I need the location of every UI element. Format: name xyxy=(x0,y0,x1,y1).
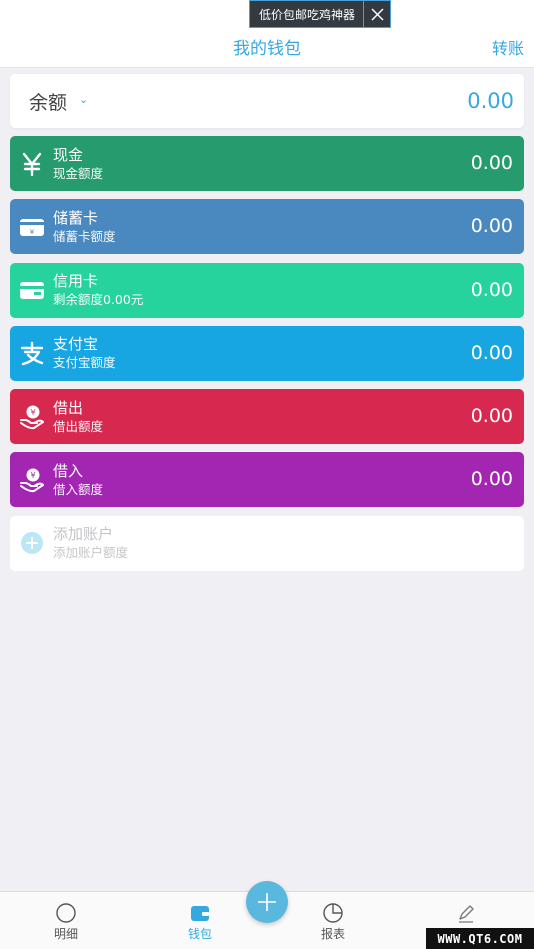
nav-label: 钱包 xyxy=(187,927,212,941)
circle-icon xyxy=(56,903,76,923)
account-borrow[interactable]: ¥ 借入 借入额度 0.00 xyxy=(10,452,524,508)
account-cash[interactable]: 现金 现金额度 0.00 xyxy=(10,136,524,191)
borrow-icon: ¥ xyxy=(10,452,53,507)
add-record-button[interactable] xyxy=(246,881,288,923)
svg-text:¥: ¥ xyxy=(29,228,34,236)
account-amount: 0.00 xyxy=(470,215,513,238)
account-name: 现金 xyxy=(53,145,84,164)
account-sub: 现金额度 xyxy=(53,165,104,181)
add-account-sub: 添加账户额度 xyxy=(53,545,129,561)
account-name: 信用卡 xyxy=(53,272,99,291)
wallet-icon xyxy=(191,906,209,921)
account-sub: 剩余额度0.00元 xyxy=(53,292,144,308)
account-alipay[interactable]: 支付宝 支付宝额度 0.00 xyxy=(10,325,524,381)
add-circle-icon xyxy=(10,516,53,571)
transfer-button[interactable]: 转账 xyxy=(492,35,524,59)
account-debit-card[interactable]: ¥ 储蓄卡 储蓄卡额度 0.00 xyxy=(10,199,524,255)
add-account-label: 添加账户 xyxy=(53,525,114,544)
account-amount: 0.00 xyxy=(470,405,513,428)
nav-item-notes[interactable] xyxy=(436,902,496,925)
account-sub: 支付宝额度 xyxy=(53,355,116,371)
svg-text:¥: ¥ xyxy=(30,471,35,480)
account-name: 借出 xyxy=(53,398,84,417)
ad-close-button[interactable] xyxy=(363,1,390,27)
yen-icon xyxy=(10,136,53,191)
account-credit-card[interactable]: 信用卡 剩余额度0.00元 0.00 xyxy=(10,262,524,318)
account-amount: 0.00 xyxy=(470,152,513,174)
close-icon xyxy=(371,7,384,21)
account-sub: 借入额度 xyxy=(53,481,104,497)
nav-label: 明细 xyxy=(53,927,78,941)
balance-card[interactable]: 余额 ⌄ 0.00 xyxy=(10,74,524,128)
page-title: 我的钱包 xyxy=(233,39,301,59)
ad-banner[interactable]: 低价包邮吃鸡神器 xyxy=(249,0,391,28)
credit-card-icon xyxy=(10,263,53,318)
account-name: 储蓄卡 xyxy=(53,208,99,227)
account-name: 支付宝 xyxy=(53,335,99,354)
ad-text[interactable]: 低价包邮吃鸡神器 xyxy=(250,6,363,23)
debit-card-icon: ¥ xyxy=(10,199,53,254)
account-amount: 0.00 xyxy=(470,278,513,301)
add-account-button[interactable]: 添加账户 添加账户额度 xyxy=(10,515,524,571)
balance-amount: 0.00 xyxy=(467,89,514,113)
balance-label: 余额 xyxy=(29,91,68,114)
pie-chart-icon xyxy=(323,903,343,923)
svg-text:¥: ¥ xyxy=(30,408,35,417)
account-list: 现金 现金额度 0.00 ¥ 储蓄卡 储蓄卡额度 0.00 信用卡 剩余额度0.… xyxy=(10,136,524,579)
nav-item-details[interactable]: 明细 xyxy=(36,902,96,942)
watermark: WWW.QT6.COM xyxy=(426,928,534,949)
account-sub: 储蓄卡额度 xyxy=(53,228,116,244)
nav-label: 报表 xyxy=(320,927,345,941)
account-name: 借入 xyxy=(53,461,84,480)
account-amount: 0.00 xyxy=(470,341,513,364)
pen-icon xyxy=(459,905,474,923)
nav-item-wallet[interactable]: 钱包 xyxy=(170,902,230,942)
account-sub: 借出额度 xyxy=(53,418,104,434)
nav-item-reports[interactable]: 报表 xyxy=(303,902,363,942)
chevron-down-icon[interactable]: ⌄ xyxy=(79,93,88,106)
account-amount: 0.00 xyxy=(470,468,513,491)
lend-icon: ¥ xyxy=(10,389,53,444)
plus-icon xyxy=(258,893,276,911)
account-lend[interactable]: ¥ 借出 借出额度 0.00 xyxy=(10,389,524,445)
alipay-icon xyxy=(10,326,53,381)
